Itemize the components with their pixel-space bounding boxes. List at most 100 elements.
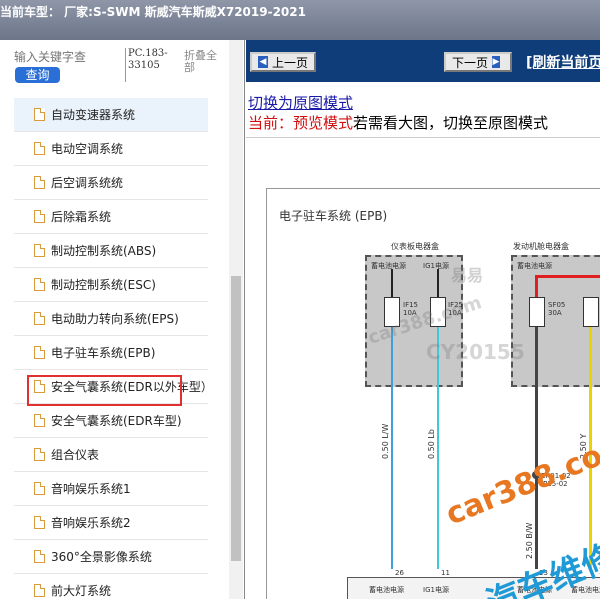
wire-label-3: 2.50 B/W bbox=[525, 522, 534, 559]
diagram-title: 电子驻车系统 (EPB) bbox=[279, 209, 388, 223]
box1-sub2: IG1电源 bbox=[423, 262, 449, 270]
document-icon bbox=[34, 142, 45, 155]
search-row: 查询 PC.183-33105 折叠全部 bbox=[0, 40, 244, 88]
document-icon bbox=[34, 516, 45, 529]
tree-item[interactable]: 后除霜系统 bbox=[14, 200, 208, 234]
tree-item[interactable]: 制动控制系统(ABS) bbox=[14, 234, 208, 268]
yellow-wire bbox=[589, 327, 592, 569]
tree-item[interactable]: 安全气囊系统(EDR车型) bbox=[14, 404, 208, 438]
fuse-if15 bbox=[384, 297, 400, 327]
tree-item-label: 前大灯系统 bbox=[51, 584, 112, 598]
fuse-if25 bbox=[430, 297, 446, 327]
fuse-label-2: IF25 10A bbox=[448, 301, 463, 317]
fuse-sf05 bbox=[529, 297, 545, 327]
tree-item-label: 音响娱乐系统1 bbox=[51, 482, 131, 496]
window-title: 当前车型： 厂家:S-SWM 斯威汽车斯威X72019-2021 bbox=[0, 5, 306, 19]
tree-item-label: 电动助力转向系统(EPS) bbox=[51, 312, 179, 326]
arrow-right-icon: ▶ bbox=[492, 56, 500, 68]
collapse-all-link[interactable]: 折叠全部 bbox=[184, 50, 224, 74]
selection-highlight-box bbox=[27, 375, 182, 406]
tree-item-label: 后除霜系统 bbox=[51, 210, 112, 224]
tree-item[interactable]: 360°全景影像系统 bbox=[14, 540, 208, 574]
document-icon bbox=[34, 550, 45, 563]
tree-item[interactable]: 制动控制系统(ESC) bbox=[14, 268, 208, 302]
search-input[interactable] bbox=[14, 50, 114, 64]
pin-26: 26 bbox=[395, 569, 404, 577]
content-panel: ◀ 上一页 下一页 ▶ [刷新当前页] 切换为原图模式 当前：预览模式若需看大图… bbox=[246, 40, 600, 599]
tree-item-label: 360°全景影像系统 bbox=[51, 550, 152, 564]
code-label: PC.183-33105 bbox=[125, 48, 175, 82]
wire-label-2: 0.50 Lb bbox=[427, 429, 436, 459]
current-mode-line: 当前：预览模式若需看大图，切换至原图模式 bbox=[248, 112, 548, 133]
arrow-left-icon: ◀ bbox=[258, 56, 268, 68]
box2-label: 发动机舱电器盒 bbox=[513, 242, 569, 251]
box1-sub1: 蓄电池电源 bbox=[371, 262, 406, 270]
tree-item-label: 制动控制系统(ABS) bbox=[51, 244, 157, 258]
switch-original-mode-link[interactable]: 切换为原图模式 bbox=[248, 92, 353, 113]
pin-13: 13 bbox=[539, 569, 548, 577]
tree-item-label: 自动变速器系统 bbox=[51, 108, 136, 122]
document-icon bbox=[34, 414, 45, 427]
blue-wire-2 bbox=[437, 327, 439, 569]
tree-item[interactable]: 组合仪表 bbox=[14, 438, 208, 472]
wire-label-1: 0.50 L/W bbox=[381, 423, 390, 459]
tree-item-label: 后空调系统统 bbox=[51, 176, 124, 190]
bottom-label-4: 蓄电池电源 bbox=[571, 586, 600, 594]
wiring-diagram[interactable]: 电子驻车系统 (EPB) 仪表板电器盒 蓄电池电源 IG1电源 IF15 10A… bbox=[266, 188, 600, 599]
tree-item-label: 安全气囊系统(EDR车型) bbox=[51, 414, 182, 428]
prev-page-label: 上一页 bbox=[271, 55, 308, 70]
tree-item[interactable]: 音响娱乐系统1 bbox=[14, 472, 208, 506]
tree-item-label: 组合仪表 bbox=[51, 448, 100, 462]
black-wire bbox=[535, 327, 538, 569]
document-icon bbox=[34, 108, 45, 121]
bottom-label-1: 蓄电池电源 bbox=[369, 586, 404, 594]
document-icon bbox=[34, 278, 45, 291]
document-icon bbox=[34, 346, 45, 359]
fuse-label-3: SF05 30A bbox=[548, 301, 566, 317]
fuse-label-1: IF15 10A bbox=[403, 301, 418, 317]
scrollbar-thumb[interactable] bbox=[231, 276, 241, 561]
pin-11: 11 bbox=[441, 569, 450, 577]
page-nav-bar: ◀ 上一页 下一页 ▶ [刷新当前页] bbox=[246, 40, 600, 82]
red-wire bbox=[535, 275, 600, 278]
blue-wire-1 bbox=[391, 327, 393, 569]
tree-item[interactable]: 电动空调系统 bbox=[14, 132, 208, 166]
mode-hint: 若需看大图，切换至原图模式 bbox=[353, 114, 549, 132]
wire-label-4: 2.50 Y bbox=[579, 433, 588, 459]
left-panel: 查询 PC.183-33105 折叠全部 自动变速器系统 电动空调系统 后空调系… bbox=[0, 40, 245, 599]
document-icon bbox=[34, 584, 45, 597]
tree-item-epb[interactable]: 电子驻车系统(EPB) bbox=[14, 336, 208, 370]
splice-dot bbox=[532, 471, 540, 479]
tree-item[interactable]: 电动助力转向系统(EPS) bbox=[14, 302, 208, 336]
next-page-button[interactable]: 下一页 ▶ bbox=[444, 52, 512, 72]
document-icon bbox=[34, 176, 45, 189]
current-mode-value: 预览模式 bbox=[293, 114, 354, 132]
wire-segment bbox=[391, 269, 393, 297]
next-page-label: 下一页 bbox=[452, 55, 489, 70]
tree-item[interactable]: 音响娱乐系统2 bbox=[14, 506, 208, 540]
tree-item-label: 音响娱乐系统2 bbox=[51, 516, 131, 530]
document-icon bbox=[34, 210, 45, 223]
instrument-fuse-box bbox=[365, 255, 463, 387]
search-button[interactable]: 查询 bbox=[15, 67, 60, 83]
tree-item[interactable]: 前大灯系统 bbox=[14, 574, 208, 599]
title-bar: 当前车型： 厂家:S-SWM 斯威汽车斯威X72019-2021 bbox=[0, 0, 600, 40]
system-tree: 自动变速器系统 电动空调系统 后空调系统统 后除霜系统 制动控制系统(ABS) … bbox=[14, 98, 213, 599]
refresh-page-link[interactable]: [刷新当前页] bbox=[526, 52, 600, 72]
tree-item-label: 制动控制系统(ESC) bbox=[51, 278, 156, 292]
divider bbox=[246, 137, 600, 138]
left-scrollbar[interactable] bbox=[229, 40, 243, 599]
box1-label: 仪表板电器盒 bbox=[391, 242, 439, 251]
red-wire bbox=[535, 275, 538, 297]
bottom-label-3: 蓄电池电源 bbox=[517, 586, 552, 594]
prev-page-button[interactable]: ◀ 上一页 bbox=[250, 52, 316, 72]
bottom-label-2: IG1电源 bbox=[423, 586, 449, 594]
tree-item-label: 电动空调系统 bbox=[51, 142, 124, 156]
tree-item[interactable]: 后空调系统统 bbox=[14, 166, 208, 200]
splice-label: ER01-02 IP15-02 bbox=[541, 472, 571, 488]
fuse-box2-right bbox=[583, 297, 599, 327]
document-icon bbox=[34, 312, 45, 325]
tree-item[interactable]: 自动变速器系统 bbox=[14, 98, 208, 132]
document-icon bbox=[34, 244, 45, 257]
document-icon bbox=[34, 482, 45, 495]
